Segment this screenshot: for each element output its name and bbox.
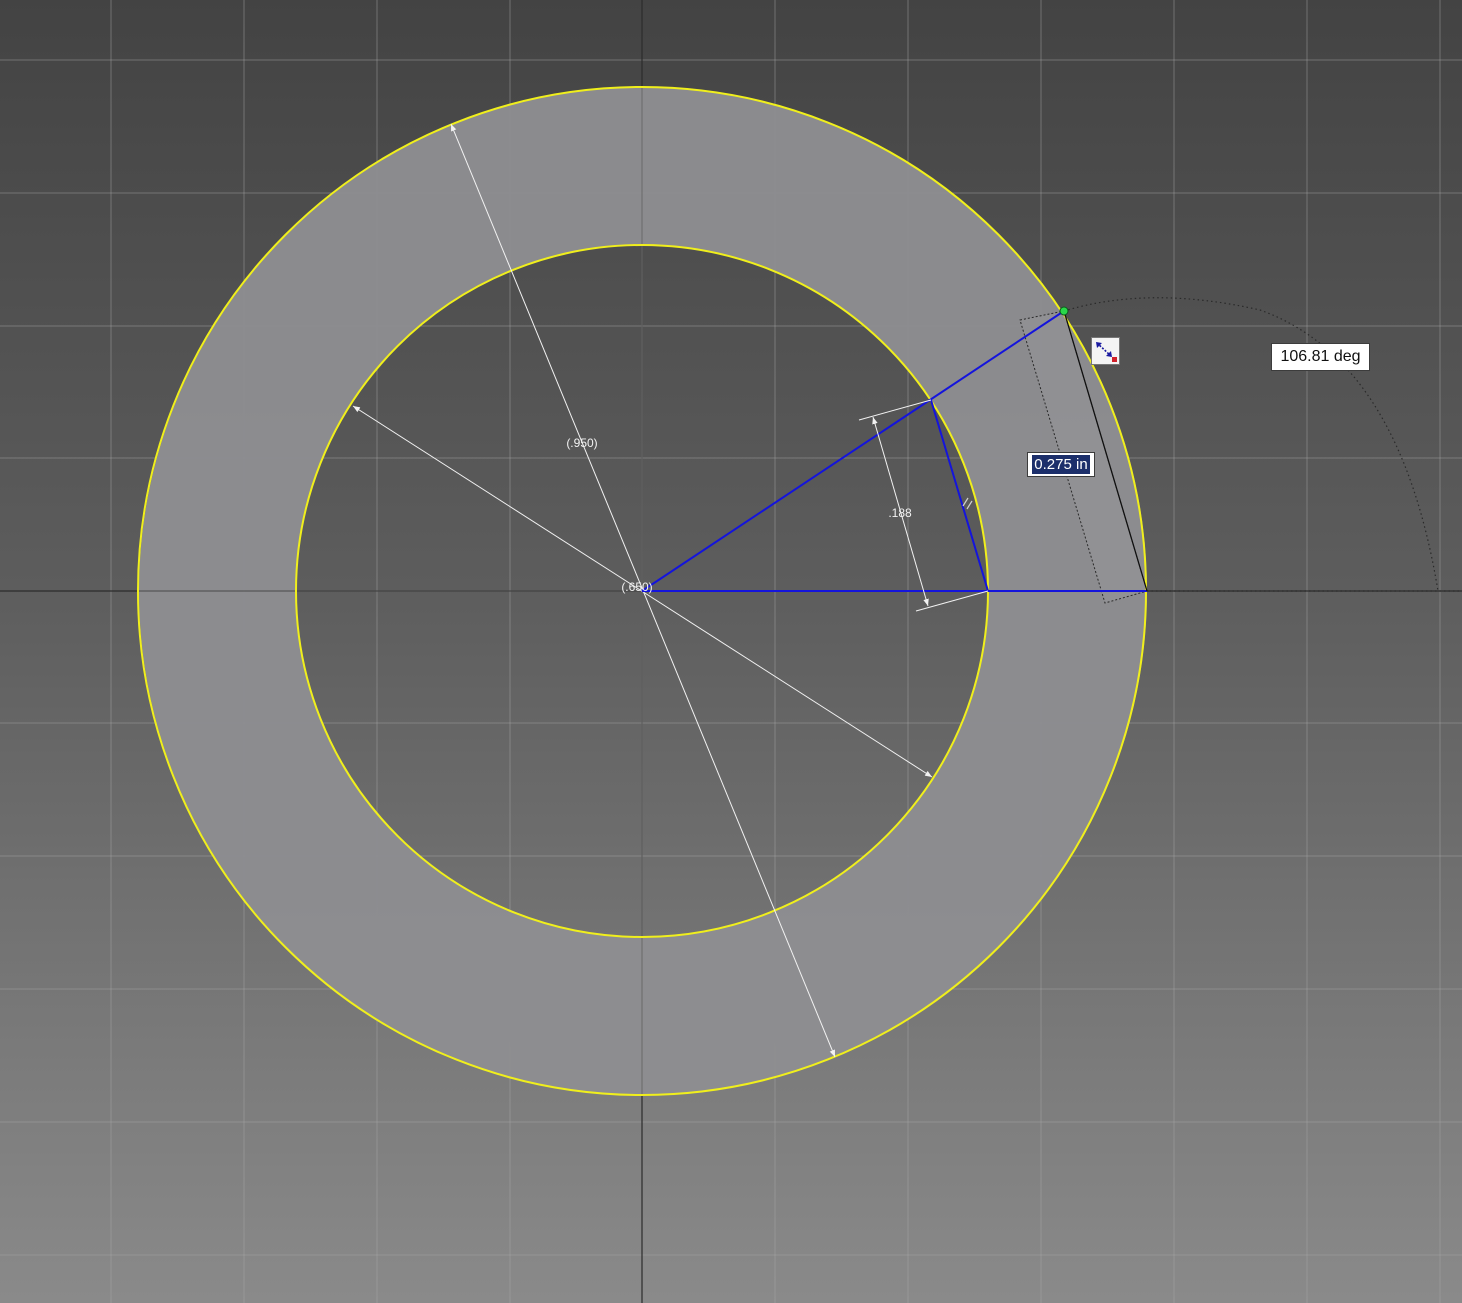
- outer-diameter-label[interactable]: (.950): [566, 436, 597, 450]
- dimension-input-value[interactable]: 0.275 in: [1032, 455, 1090, 474]
- endpoint-marker[interactable]: [1059, 306, 1069, 316]
- parallel-constraint-mark-2: [966, 500, 973, 510]
- resize-cursor-icon: [1091, 337, 1120, 365]
- parallel-constraint-mark-1: [962, 497, 969, 507]
- ext-line-top: [858, 399, 932, 421]
- sketch-canvas[interactable]: (.950) (.650) .188 0.275 in 106.81 deg: [0, 0, 1462, 1303]
- dimension-input-field[interactable]: 0.275 in: [1027, 452, 1095, 477]
- linear-dim-label[interactable]: .188: [888, 506, 912, 520]
- angle-readout: 106.81 deg: [1271, 343, 1370, 371]
- sketch-drawing[interactable]: (.950) (.650) .188: [0, 0, 1462, 1303]
- inner-diameter-label[interactable]: (.650): [621, 580, 652, 594]
